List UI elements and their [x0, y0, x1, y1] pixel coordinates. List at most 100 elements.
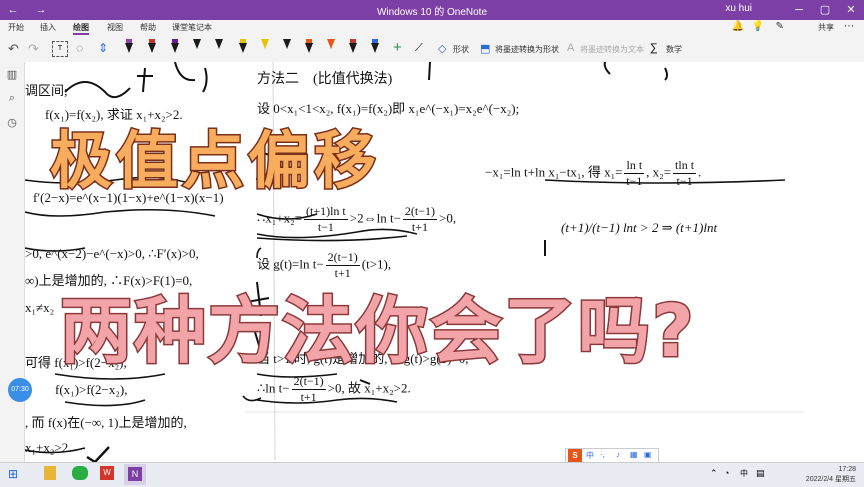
share-button[interactable]: 共享	[818, 22, 834, 33]
pen-9[interactable]	[304, 39, 314, 57]
method-heading: 方法二 (比值代换法)	[257, 68, 392, 88]
line-4-text-b: (t>1),	[362, 256, 391, 271]
pen-1[interactable]	[124, 39, 134, 57]
clock-date: 2022/2/4 星期五	[806, 475, 856, 485]
fraction-x2-den: t−1	[673, 174, 696, 189]
tab-home[interactable]: 开始	[8, 22, 24, 33]
fraction-g: 2(t−1)t+1	[403, 204, 437, 235]
search-icon[interactable]: ⌕	[6, 92, 18, 104]
taskbar: ⊞ W N ⌃ ◔ 中 ▤ 17:28 2022/2/4 星期五	[0, 462, 864, 487]
tray-ime[interactable]: 中	[740, 468, 748, 479]
fraction-g-num: 2(t−1)	[403, 204, 437, 220]
tab-class-notebook[interactable]: 课堂笔记本	[172, 22, 212, 33]
ime-mode[interactable]: 中	[586, 450, 594, 461]
left-line-8: f(x₁)>f(2−x₂),	[55, 382, 127, 398]
left-nav: ▥ ⌕ ◷	[0, 62, 25, 462]
pen-4[interactable]	[192, 39, 202, 57]
fraction-final-den: t+1	[292, 390, 326, 405]
line-2: −x₁=ln t+ln x₁−tx₁, 得 x₁=ln tt−1, x₂=tln…	[485, 158, 701, 189]
fraction-g-def-num: 2(t−1)	[326, 250, 360, 266]
fraction-sum-den: t−1	[304, 220, 348, 235]
lightbulb-icon[interactable]: 💡	[752, 21, 764, 32]
fraction-g-den: t+1	[403, 220, 437, 235]
draw-toolbar: ↶ ↷ T ◌ ⇕ + ⟋ ◇ 形状 ⬒ 将墨迹转换为形状 A 将墨迹转换为文本…	[0, 36, 864, 63]
minimize-button[interactable]: ─	[786, 0, 812, 20]
undo-icon[interactable]: ↶	[8, 41, 19, 57]
pen-7[interactable]	[260, 39, 270, 57]
title-bar: ← → Windows 10 的 OneNote xu hui ─ ▢ ✕	[0, 0, 864, 20]
pen-6[interactable]	[238, 39, 248, 57]
ink-to-shape-icon[interactable]: ⬒	[480, 42, 490, 55]
bell-icon[interactable]: 🔔	[732, 21, 744, 32]
tab-view[interactable]: 视图	[107, 22, 123, 33]
overlay-subtitle: 两种方法你会了吗?	[60, 272, 696, 377]
pen-11[interactable]	[348, 39, 358, 57]
ink-to-text-label[interactable]: 将墨迹转换为文本	[580, 44, 644, 55]
clock-time: 17:28	[806, 465, 856, 475]
pen-12[interactable]	[370, 39, 380, 57]
fraction-x2-num: tln t	[673, 158, 696, 174]
line-3-text-a: ∴x₁+x₂=	[257, 210, 302, 225]
file-explorer-icon[interactable]	[44, 466, 56, 480]
line-2-text-b: x₂=	[653, 164, 671, 179]
onenote-icon: N	[128, 467, 142, 481]
recent-icon[interactable]: ◷	[6, 116, 18, 128]
line-3-text-c: >0,	[439, 210, 456, 225]
ime-punct-icon[interactable]: ·,	[600, 450, 605, 459]
ink-to-shape-label[interactable]: 将墨迹转换为形状	[495, 44, 559, 55]
ink-to-text-icon[interactable]: A	[567, 42, 574, 54]
pen-10[interactable]	[326, 39, 336, 57]
pen-status-icon[interactable]: ✎	[776, 21, 784, 32]
pen-3[interactable]	[170, 39, 180, 57]
line-6: ∴ln t−2(t−1)t+1>0, 故 x₁+x₂>2.	[257, 374, 411, 405]
lasso-select-icon[interactable]: T	[52, 41, 68, 57]
math-label[interactable]: 数学	[666, 44, 682, 55]
wps-icon[interactable]: W	[100, 466, 114, 480]
add-space-icon[interactable]: ⇕	[98, 41, 108, 55]
clock[interactable]: 17:28 2022/2/4 星期五	[806, 465, 856, 485]
fraction-x1: ln tt−1	[624, 158, 644, 189]
fraction-sum: (t+1)ln tt−1	[304, 204, 348, 235]
line-6-text-b: >0, 故 x₁+x₂>2.	[328, 380, 411, 395]
shapes-icon[interactable]: ◇	[438, 42, 446, 55]
tray-arrow-icon[interactable]: ⌃	[710, 468, 718, 479]
math-icon[interactable]: ∑	[650, 42, 658, 54]
tab-help[interactable]: 帮助	[140, 22, 156, 33]
ruler-icon[interactable]: ⟋	[415, 42, 423, 55]
maximize-button[interactable]: ▢	[812, 0, 838, 20]
more-options-icon[interactable]: ⋯	[844, 21, 854, 32]
shapes-label[interactable]: 形状	[453, 44, 469, 55]
line-4-text-a: 设 g(t)=ln t−	[257, 256, 324, 271]
wechat-icon[interactable]	[72, 466, 88, 480]
line-3: ∴x₁+x₂=(t+1)ln tt−1>2⇔ln t−2(t−1)t+1>0,	[257, 204, 456, 235]
add-pen-icon[interactable]: +	[393, 39, 402, 56]
lasso-icon[interactable]: ◌	[76, 41, 83, 55]
pen-2[interactable]	[147, 39, 157, 57]
line-6-text-a: ∴ln t−	[257, 380, 290, 395]
left-line-1: 调区间;	[25, 80, 68, 99]
handwritten-note: (t+1)/(t−1) lnt > 2 ⇒ (t+1)lnt	[561, 220, 717, 236]
line-2-text: −x₁=ln t+ln x₁−tx₁, 得 x₁=	[485, 164, 622, 179]
pen-5[interactable]	[214, 39, 224, 57]
fraction-x2: tln tt−1	[673, 158, 696, 189]
ime-logo-icon: S	[568, 449, 582, 463]
user-name[interactable]: xu hui	[725, 3, 752, 14]
ime-mic-icon[interactable]: ♪	[616, 450, 620, 459]
note-canvas[interactable]: 调区间; f(x₁)=f(x₂), 求证 x₁+x₂>2. f′(2−x)=e^…	[25, 62, 864, 462]
fraction-x1-num: ln t	[624, 158, 644, 174]
notebooks-icon[interactable]: ▥	[6, 68, 18, 80]
fraction-x1-den: t−1	[624, 174, 644, 189]
fraction-final: 2(t−1)t+1	[292, 374, 326, 405]
start-icon[interactable]: ⊞	[8, 467, 18, 481]
recording-timer: 07:30	[8, 378, 32, 402]
pen-8[interactable]	[282, 39, 292, 57]
close-button[interactable]: ✕	[838, 0, 864, 20]
tab-insert[interactable]: 插入	[40, 22, 56, 33]
ime-skin-icon[interactable]: ▣	[644, 450, 652, 459]
redo-icon[interactable]: ↷	[28, 41, 39, 57]
notification-icon[interactable]: ▤	[756, 468, 765, 479]
tab-draw[interactable]: 绘图	[73, 22, 89, 35]
ime-keyboard-icon[interactable]: ▦	[630, 450, 638, 459]
left-line-6: x₁≠x₂	[25, 300, 54, 316]
network-icon[interactable]: ◔	[724, 468, 729, 478]
